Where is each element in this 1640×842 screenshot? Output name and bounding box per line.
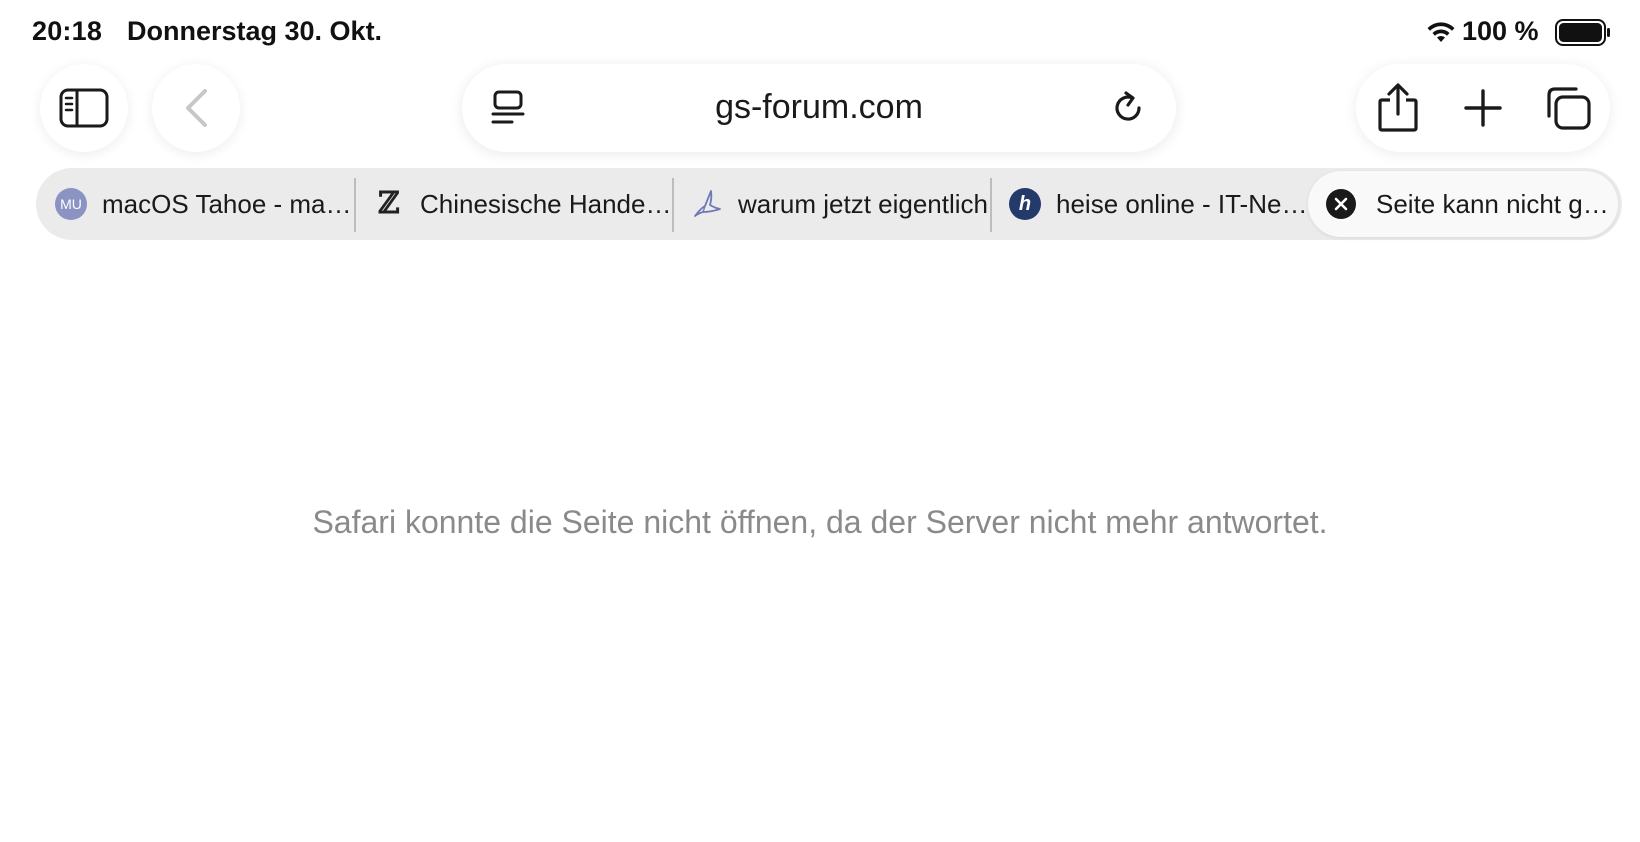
close-icon bbox=[1334, 197, 1348, 211]
toolbar-actions bbox=[1356, 64, 1610, 152]
favicon: h bbox=[1008, 187, 1042, 221]
tab-label: macOS Tahoe - macOS Tahoe 26 ist da bbox=[102, 188, 354, 219]
tab-macos-tahoe[interactable]: MU macOS Tahoe - macOS Tahoe 26 ist da bbox=[36, 168, 354, 240]
error-message: Safari konnte die Seite nicht öffnen, da… bbox=[312, 504, 1328, 540]
heise-favicon-icon: h bbox=[1009, 188, 1041, 220]
tabs-icon bbox=[1547, 87, 1591, 130]
tab-label: warum jetzt eigentlich bbox=[738, 188, 988, 219]
z-favicon-icon: ℤ bbox=[378, 186, 400, 221]
status-bar: 20:18 Donnerstag 30. Okt. 100 % bbox=[0, 0, 1640, 64]
wifi-icon bbox=[1427, 22, 1455, 42]
favicon: MU bbox=[54, 187, 88, 221]
plus-icon bbox=[1464, 89, 1502, 127]
new-tab-button[interactable] bbox=[1441, 64, 1525, 152]
status-time: 20:18 bbox=[32, 16, 103, 46]
page-menu-icon[interactable] bbox=[490, 90, 526, 126]
tab-heise-online[interactable]: h heise online - IT-News bbox=[990, 168, 1308, 240]
battery-percent: 100 % bbox=[1462, 16, 1539, 46]
tab-label: Chinesische Handelsbeschränkungen bbox=[420, 188, 672, 219]
address-text[interactable]: gs-forum.com bbox=[552, 88, 1086, 127]
tab-label: heise online - IT-News bbox=[1056, 188, 1308, 219]
back-button[interactable] bbox=[152, 64, 240, 152]
tab-bar: MU macOS Tahoe - macOS Tahoe 26 ist da ℤ… bbox=[36, 168, 1622, 240]
sidebar-icon bbox=[59, 88, 109, 128]
bird-favicon-icon bbox=[694, 190, 721, 217]
reload-icon[interactable] bbox=[1108, 88, 1148, 128]
tab-chinesische-handel[interactable]: ℤ Chinesische Handelsbeschränkungen bbox=[354, 168, 672, 240]
status-date: Donnerstag 30. Okt. bbox=[127, 16, 383, 46]
chevron-left-icon bbox=[186, 89, 207, 127]
tab-active[interactable]: Seite kann nicht geöffnet werden bbox=[1308, 171, 1618, 237]
battery-icon bbox=[1555, 19, 1610, 46]
favicon: ℤ bbox=[372, 187, 406, 221]
address-bar[interactable]: gs-forum.com bbox=[462, 64, 1176, 152]
tabs-overview-button[interactable] bbox=[1526, 64, 1610, 152]
tab-warum-jetzt[interactable]: warum jetzt eigentlich bbox=[672, 168, 990, 240]
share-icon bbox=[1378, 83, 1418, 132]
tab-label: Seite kann nicht geöffnet werden bbox=[1376, 188, 1618, 219]
close-circle-icon[interactable] bbox=[1326, 189, 1356, 219]
favicon bbox=[690, 187, 724, 221]
sidebar-button[interactable] bbox=[40, 64, 128, 152]
mu-favicon-icon: MU bbox=[55, 188, 87, 220]
share-button[interactable] bbox=[1356, 64, 1440, 152]
